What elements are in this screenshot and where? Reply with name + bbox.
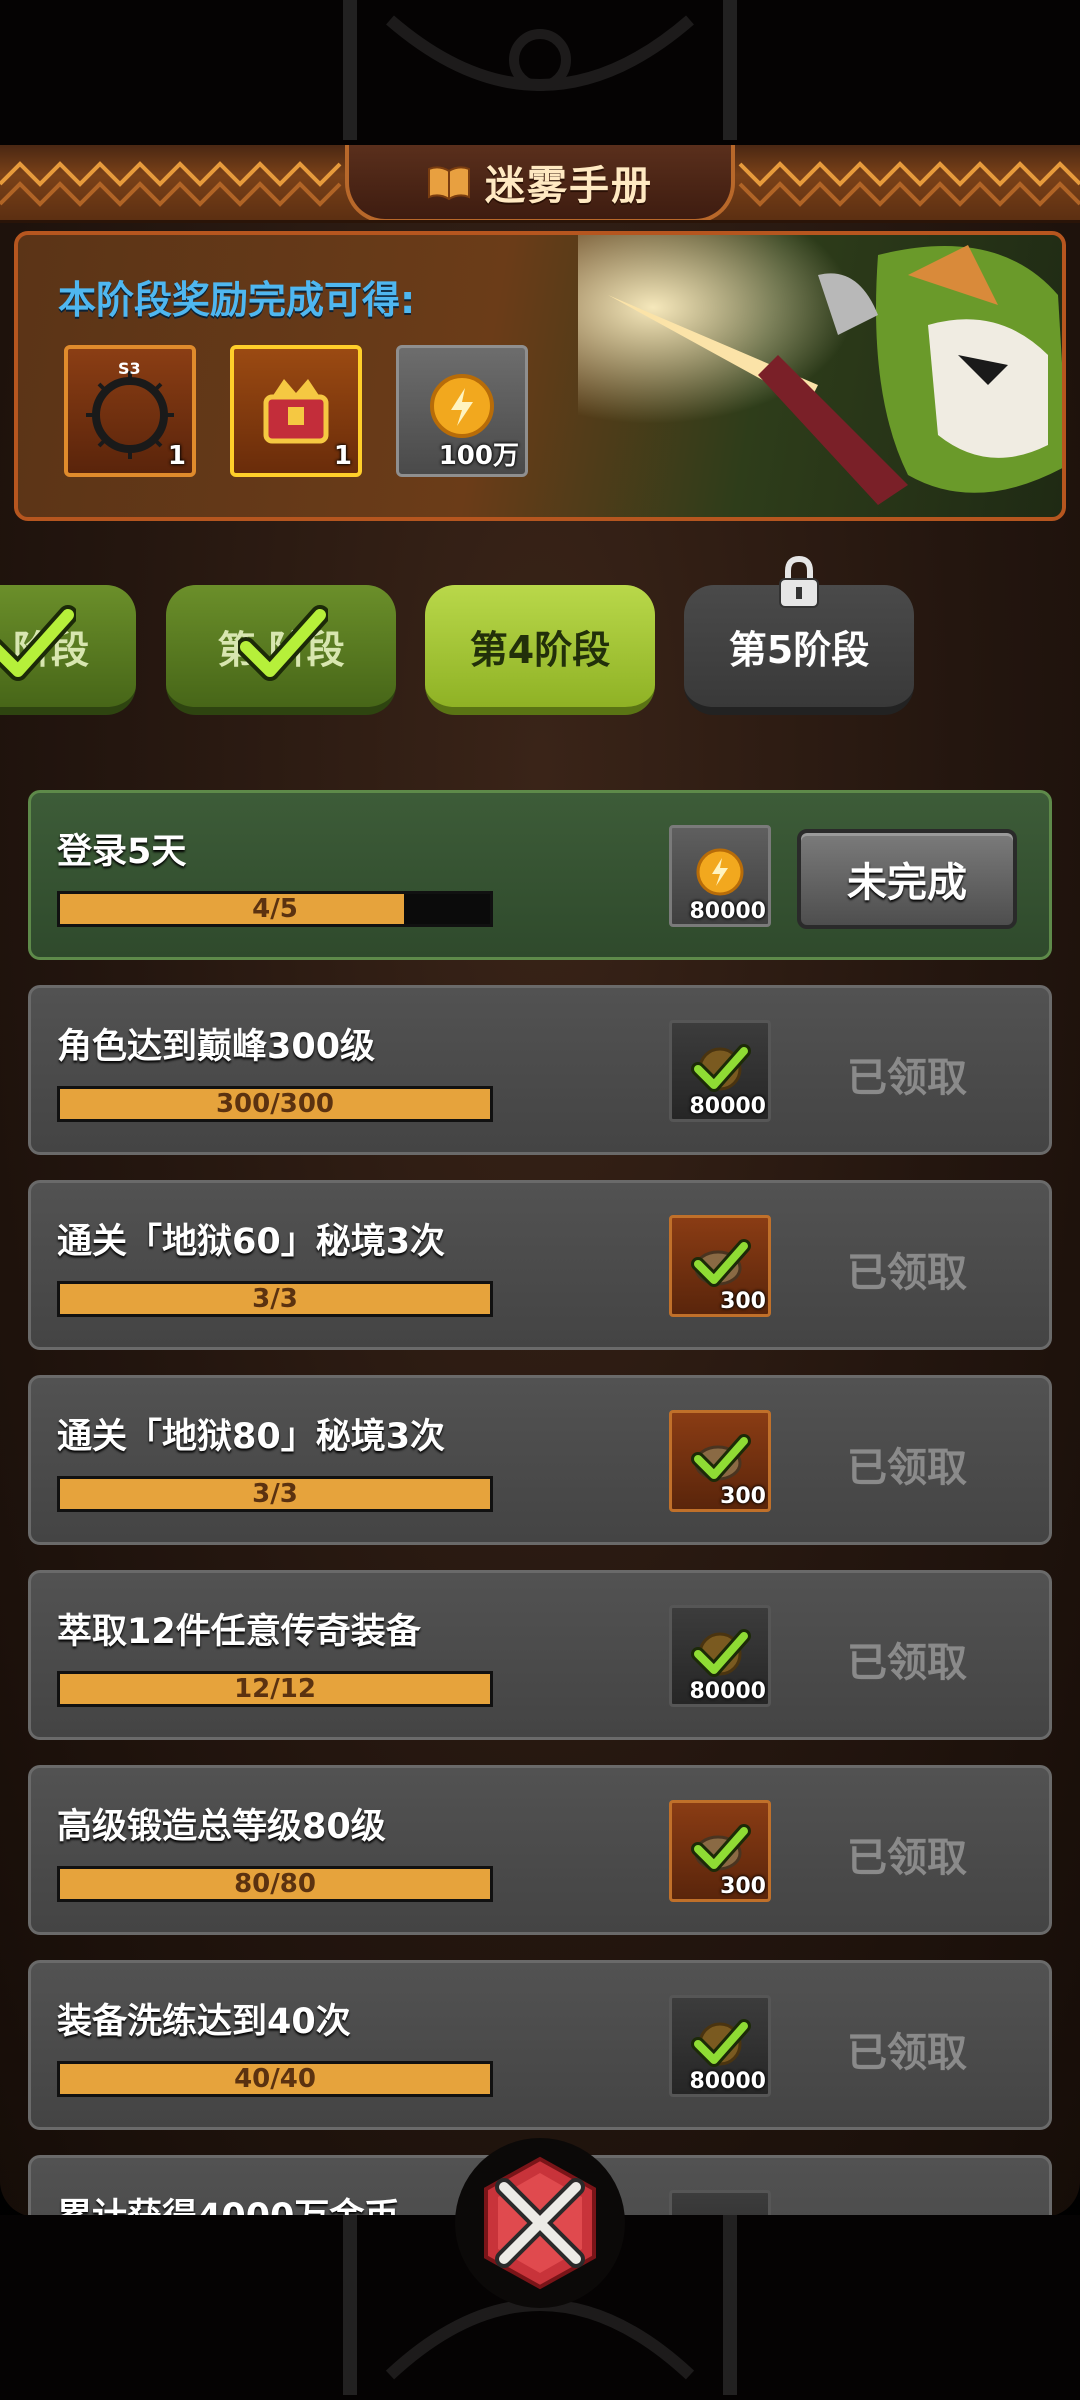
reward-item-gold-chest[interactable]: 1 [230, 345, 362, 477]
title-plate: 迷雾手册 [345, 145, 735, 220]
close-x-icon [484, 2156, 596, 2290]
check-icon [0, 605, 76, 681]
task-progress-bar: 3/3 [57, 1476, 493, 1512]
claimed-label: 已领取 [847, 1055, 967, 1101]
task-progress-bar: 80/80 [57, 1866, 493, 1902]
stage-tab-label: 第5阶段 [728, 627, 870, 672]
task-reward-item[interactable]: 300 [669, 1215, 771, 1317]
task-row: 装备洗练达到40次 40/40 80000 已领取 [28, 1960, 1052, 2130]
progress-text: 12/12 [234, 1674, 316, 1704]
progress-text: 4/5 [252, 894, 298, 924]
reward-qty: 300 [720, 1289, 766, 1314]
task-row: 高级锻造总等级80级 80/80 300 已领取 [28, 1765, 1052, 1935]
task-title: 登录5天 [57, 832, 187, 872]
incomplete-button[interactable]: 未完成 [797, 829, 1017, 929]
reward-qty: 80000 [689, 2069, 766, 2094]
task-title: 累计获得4000万金币 [57, 2197, 400, 2217]
task-title: 高级锻造总等级80级 [57, 1807, 386, 1847]
task-title: 通关「地狱60」秘境3次 [57, 1222, 446, 1262]
progress-text: 80/80 [234, 1869, 316, 1899]
tab-stage-5[interactable]: 第5阶段 [684, 555, 914, 715]
stage-reward-banner: 本阶段奖励完成可得: S3 1 1 100万 [14, 231, 1066, 521]
task-progress-bar: 12/12 [57, 1671, 493, 1707]
progress-text: 40/40 [234, 2064, 316, 2094]
task-progress-bar: 40/40 [57, 2061, 493, 2097]
task-row: 萃取12件任意传奇装备 12/12 80000 已领取 [28, 1570, 1052, 1740]
task-title: 通关「地狱80」秘境3次 [57, 1417, 446, 1457]
reward-qty: 80000 [689, 1094, 766, 1119]
task-reward-item[interactable]: 80000 [669, 1995, 771, 2097]
top-backdrop [0, 0, 1080, 145]
reward-qty: 100万 [438, 441, 519, 471]
tab-stage-2[interactable]: 阶段 [0, 585, 136, 715]
reward-qty: 80000 [689, 1679, 766, 1704]
reward-qty: 1 [333, 441, 352, 471]
reward-item-thorn-ring[interactable]: S3 1 [64, 345, 196, 477]
reward-qty: 80000 [689, 899, 766, 924]
task-title: 萃取12件任意传奇装备 [57, 1612, 421, 1652]
page-title: 迷雾手册 [485, 163, 653, 209]
claimed-label: 已领取 [847, 1835, 967, 1881]
task-reward-item[interactable] [669, 2190, 771, 2217]
book-icon [428, 166, 470, 201]
reward-qty: 300 [720, 1874, 766, 1899]
reward-qty: 300 [720, 1484, 766, 1509]
zigzag-ornament-icon [0, 161, 342, 207]
header-bar: 迷雾手册 [0, 145, 1080, 223]
claimed-label: 已领取 [847, 1445, 967, 1491]
task-row: 通关「地狱60」秘境3次 3/3 300 已领取 [28, 1180, 1052, 1350]
claimed-label: 已领取 [847, 1640, 967, 1686]
reward-item-gold-coin[interactable]: 100万 [396, 345, 528, 477]
task-row: 通关「地狱80」秘境3次 3/3 300 已领取 [28, 1375, 1052, 1545]
task-title: 装备洗练达到40次 [57, 2002, 351, 2042]
reward-qty: 1 [167, 441, 186, 471]
task-reward-item[interactable]: 300 [669, 1410, 771, 1512]
task-progress-bar: 3/3 [57, 1281, 493, 1317]
reward-banner-title: 本阶段奖励完成可得: [58, 278, 416, 322]
progress-text: 3/3 [252, 1479, 298, 1509]
task-reward-item[interactable]: 80000 [669, 825, 771, 927]
stage-tab-label: 第4阶段 [469, 627, 611, 672]
check-icon [238, 605, 328, 681]
task-reward-item[interactable]: 80000 [669, 1020, 771, 1122]
tier-badge: S3 [118, 359, 141, 378]
task-reward-item[interactable]: 80000 [669, 1605, 771, 1707]
task-row: 角色达到巅峰300级 300/300 80000 已领取 [28, 985, 1052, 1155]
claimed-label: 已领取 [847, 2030, 967, 2076]
zigzag-ornament-icon [738, 161, 1080, 207]
task-progress-bar: 300/300 [57, 1086, 493, 1122]
tab-stage-3[interactable]: 第 阶段 [166, 585, 396, 715]
task-row: 登录5天 4/5 80000 未完成 [28, 790, 1052, 960]
task-progress-bar: 4/5 [57, 891, 493, 927]
ornament-pattern-icon [343, 0, 737, 140]
tab-stage-4[interactable]: 第4阶段 [425, 585, 655, 715]
task-reward-item[interactable]: 300 [669, 1800, 771, 1902]
lock-icon [779, 555, 819, 608]
task-title: 角色达到巅峰300级 [57, 1027, 376, 1067]
hero-character-art [578, 235, 1062, 517]
close-button[interactable] [455, 2138, 625, 2308]
progress-text: 300/300 [215, 1089, 335, 1119]
claimed-label: 已领取 [847, 1250, 967, 1296]
progress-text: 3/3 [252, 1284, 298, 1314]
manual-panel: 迷雾手册 本阶段奖励完成可得: S3 1 1 100万 阶段 第 阶段 第4阶段… [0, 145, 1080, 2217]
